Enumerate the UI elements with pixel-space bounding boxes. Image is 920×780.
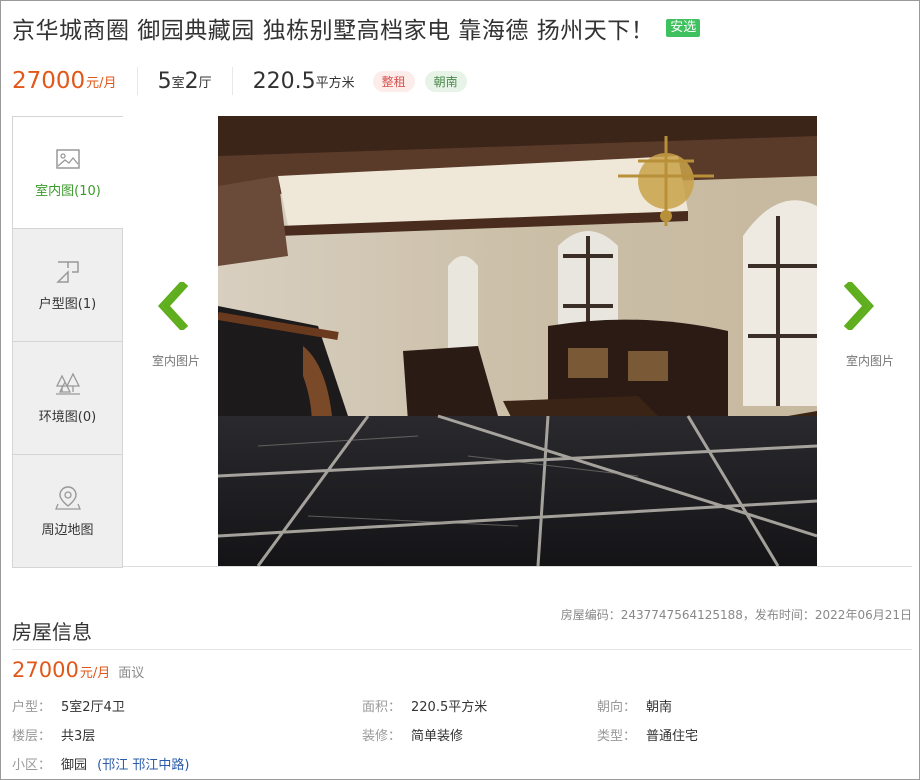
- field-orientation: 朝向： 朝南: [597, 696, 672, 715]
- tab-label: 周边地图: [41, 522, 94, 538]
- tab-floorplan[interactable]: 户型图(1): [12, 229, 123, 342]
- image-icon: [56, 149, 80, 169]
- field-value: 220.5平方米: [411, 700, 488, 715]
- field-community: 小区： 御园 (邗江 邗江中路): [12, 754, 190, 773]
- tab-interior-photos[interactable]: 室内图(10): [12, 116, 123, 229]
- summary-area: 220.5: [252, 68, 316, 94]
- photo-gallery: 室内图(10) 户型图(1) 环境图(0) 周边地图 室内图片 室内图片: [12, 116, 912, 568]
- anxuan-badge: 安选: [666, 19, 701, 37]
- field-value: 简单装修: [411, 729, 464, 744]
- listing-title: 京华城商圈 御园典藏园 独栋别墅高档家电 靠海德 扬州天下！: [12, 18, 655, 44]
- field-type: 类型： 普通住宅: [597, 725, 698, 744]
- next-photo-arrow-icon[interactable]: [838, 276, 878, 336]
- info-price: 27000: [12, 658, 79, 682]
- tab-environment[interactable]: 环境图(0): [12, 342, 123, 455]
- field-floor: 楼层： 共3层: [12, 725, 95, 744]
- rooms-count: 5: [157, 68, 172, 94]
- field-key: 小区：: [12, 758, 52, 773]
- halls-unit: 厅: [198, 75, 212, 91]
- field-key: 面积：: [362, 700, 402, 715]
- location-close-paren: ): [184, 758, 190, 773]
- summary-bar: 27000 元/月 5 室 2 厅 220.5 平方米 整租 朝南: [12, 64, 467, 98]
- field-key: 朝向：: [597, 700, 637, 715]
- info-price-row: 27000 元/月 面议: [12, 658, 144, 682]
- house-info-header: 房屋信息 房屋编码：2437747564125188，发布时间：2022年06月…: [12, 600, 912, 650]
- summary-area-unit: 平方米: [315, 75, 355, 91]
- rooms-unit: 室: [171, 75, 185, 91]
- rent-type-tag: 整租: [372, 70, 415, 92]
- road-link[interactable]: 邗江中路: [132, 758, 184, 773]
- villa-living-room-image: [218, 116, 817, 566]
- info-price-unit: 元/月: [79, 666, 111, 681]
- community-link[interactable]: 御园: [61, 758, 87, 773]
- tab-label: 环境图(0): [38, 409, 97, 425]
- tab-nearby-map[interactable]: 周边地图: [12, 455, 123, 568]
- orientation-tag: 朝南: [424, 70, 467, 92]
- field-value: 普通住宅: [646, 729, 699, 744]
- tab-label: 户型图(1): [38, 296, 97, 312]
- gallery-tabs: 室内图(10) 户型图(1) 环境图(0) 周边地图: [12, 116, 123, 568]
- field-value: 朝南: [646, 700, 673, 715]
- trees-icon: [55, 372, 80, 395]
- next-photo-caption[interactable]: 室内图片: [846, 352, 894, 369]
- negotiable-label: 面议: [118, 666, 145, 681]
- field-layout: 户型： 5室2厅4卫: [12, 696, 125, 715]
- field-key: 类型：: [597, 729, 637, 744]
- district-link[interactable]: 邗江: [102, 758, 128, 773]
- field-value: 5室2厅4卫: [61, 700, 125, 715]
- house-info-title: 房屋信息: [12, 620, 92, 644]
- prev-photo-arrow-icon[interactable]: [154, 276, 194, 336]
- map-pin-icon: [54, 485, 81, 510]
- halls-count: 2: [184, 68, 199, 94]
- prev-photo-caption[interactable]: 室内图片: [152, 352, 200, 369]
- title-row: 京华城商圈 御园典藏园 独栋别墅高档家电 靠海德 扬州天下！ 安选: [12, 12, 701, 44]
- field-decoration: 装修： 简单装修: [362, 725, 463, 744]
- floorplan-icon: [55, 260, 79, 283]
- summary-price: 27000: [12, 68, 86, 94]
- divider: [231, 67, 233, 95]
- field-key: 户型：: [12, 700, 52, 715]
- listing-meta: 房屋编码：2437747564125188，发布时间：2022年06月21日: [560, 608, 912, 622]
- field-key: 装修：: [362, 729, 402, 744]
- divider: [136, 67, 138, 95]
- main-photo[interactable]: [218, 116, 817, 566]
- field-area: 面积： 220.5平方米: [362, 696, 487, 715]
- field-key: 楼层：: [12, 729, 52, 744]
- summary-price-unit: 元/月: [86, 75, 117, 91]
- field-value: 共3层: [61, 729, 96, 744]
- tab-label: 室内图(10): [35, 184, 101, 199]
